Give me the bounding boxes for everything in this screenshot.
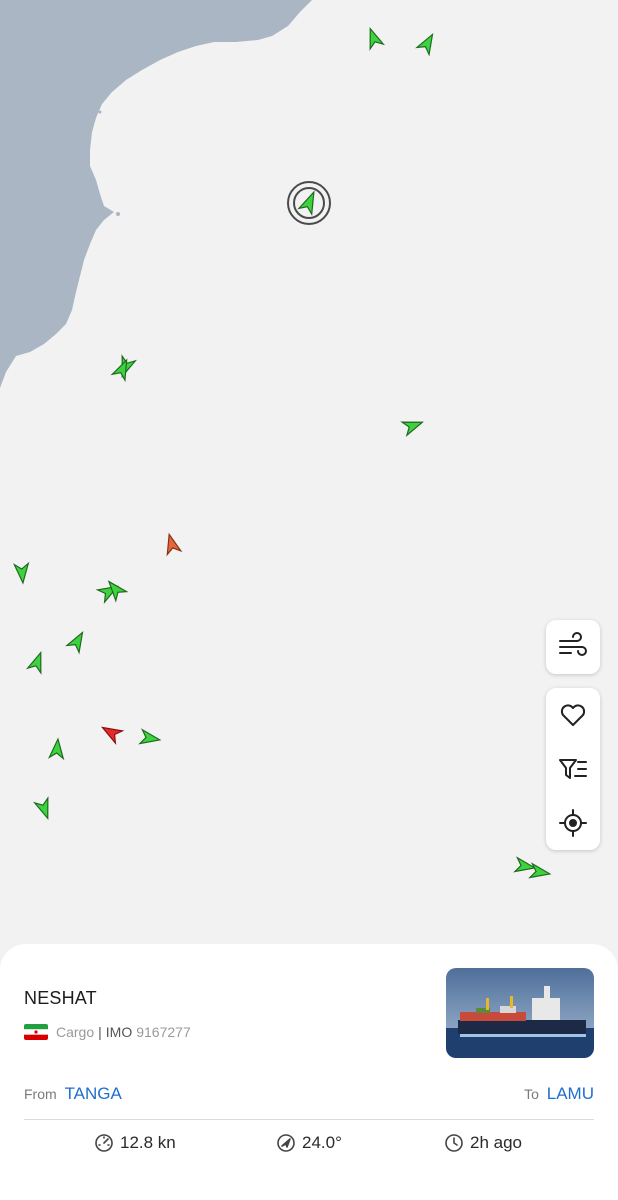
- course-icon: [277, 1134, 295, 1152]
- vessel-meta: Cargo | IMO 9167277: [24, 1024, 191, 1040]
- speed-value: 12.8 kn: [120, 1133, 176, 1152]
- selected-vessel-marker[interactable]: [287, 181, 331, 225]
- divider: [24, 1119, 594, 1120]
- speed-stat: 12.8 kn: [94, 1133, 176, 1153]
- speedometer-icon: [95, 1134, 113, 1152]
- vessel-type: Cargo: [56, 1024, 95, 1040]
- last-seen-value: 2h ago: [470, 1133, 522, 1152]
- vessel-name: NESHAT: [24, 988, 97, 1008]
- to-port-link[interactable]: LAMU: [547, 1084, 594, 1103]
- route-from: From TANGA: [24, 1084, 122, 1104]
- layers-control: [546, 620, 600, 674]
- vessel-photo[interactable]: [446, 968, 594, 1058]
- course-value: 24.0°: [302, 1133, 342, 1152]
- filter-button[interactable]: [546, 742, 600, 796]
- to-label: To: [524, 1086, 539, 1102]
- favorite-button[interactable]: [546, 688, 600, 742]
- vessel-photo-image: [446, 968, 594, 1058]
- clock-icon: [445, 1134, 463, 1152]
- from-port-link[interactable]: TANGA: [65, 1084, 122, 1103]
- course-stat: 24.0°: [276, 1133, 342, 1153]
- iran-flag-icon: [24, 1024, 48, 1040]
- route-to: To LAMU: [524, 1084, 594, 1104]
- imo-label: IMO: [105, 1024, 133, 1040]
- wind-button[interactable]: [546, 620, 600, 674]
- map-tools-control: [546, 688, 600, 850]
- filter-icon: [559, 759, 587, 779]
- meta-separator: |: [98, 1024, 102, 1040]
- last-seen-stat: 2h ago: [444, 1133, 522, 1153]
- locate-button[interactable]: [546, 796, 600, 850]
- locate-icon: [559, 809, 587, 837]
- from-label: From: [24, 1086, 57, 1102]
- wind-icon: [559, 632, 587, 656]
- imo-number: 9167277: [136, 1024, 191, 1040]
- heart-icon: [560, 704, 586, 726]
